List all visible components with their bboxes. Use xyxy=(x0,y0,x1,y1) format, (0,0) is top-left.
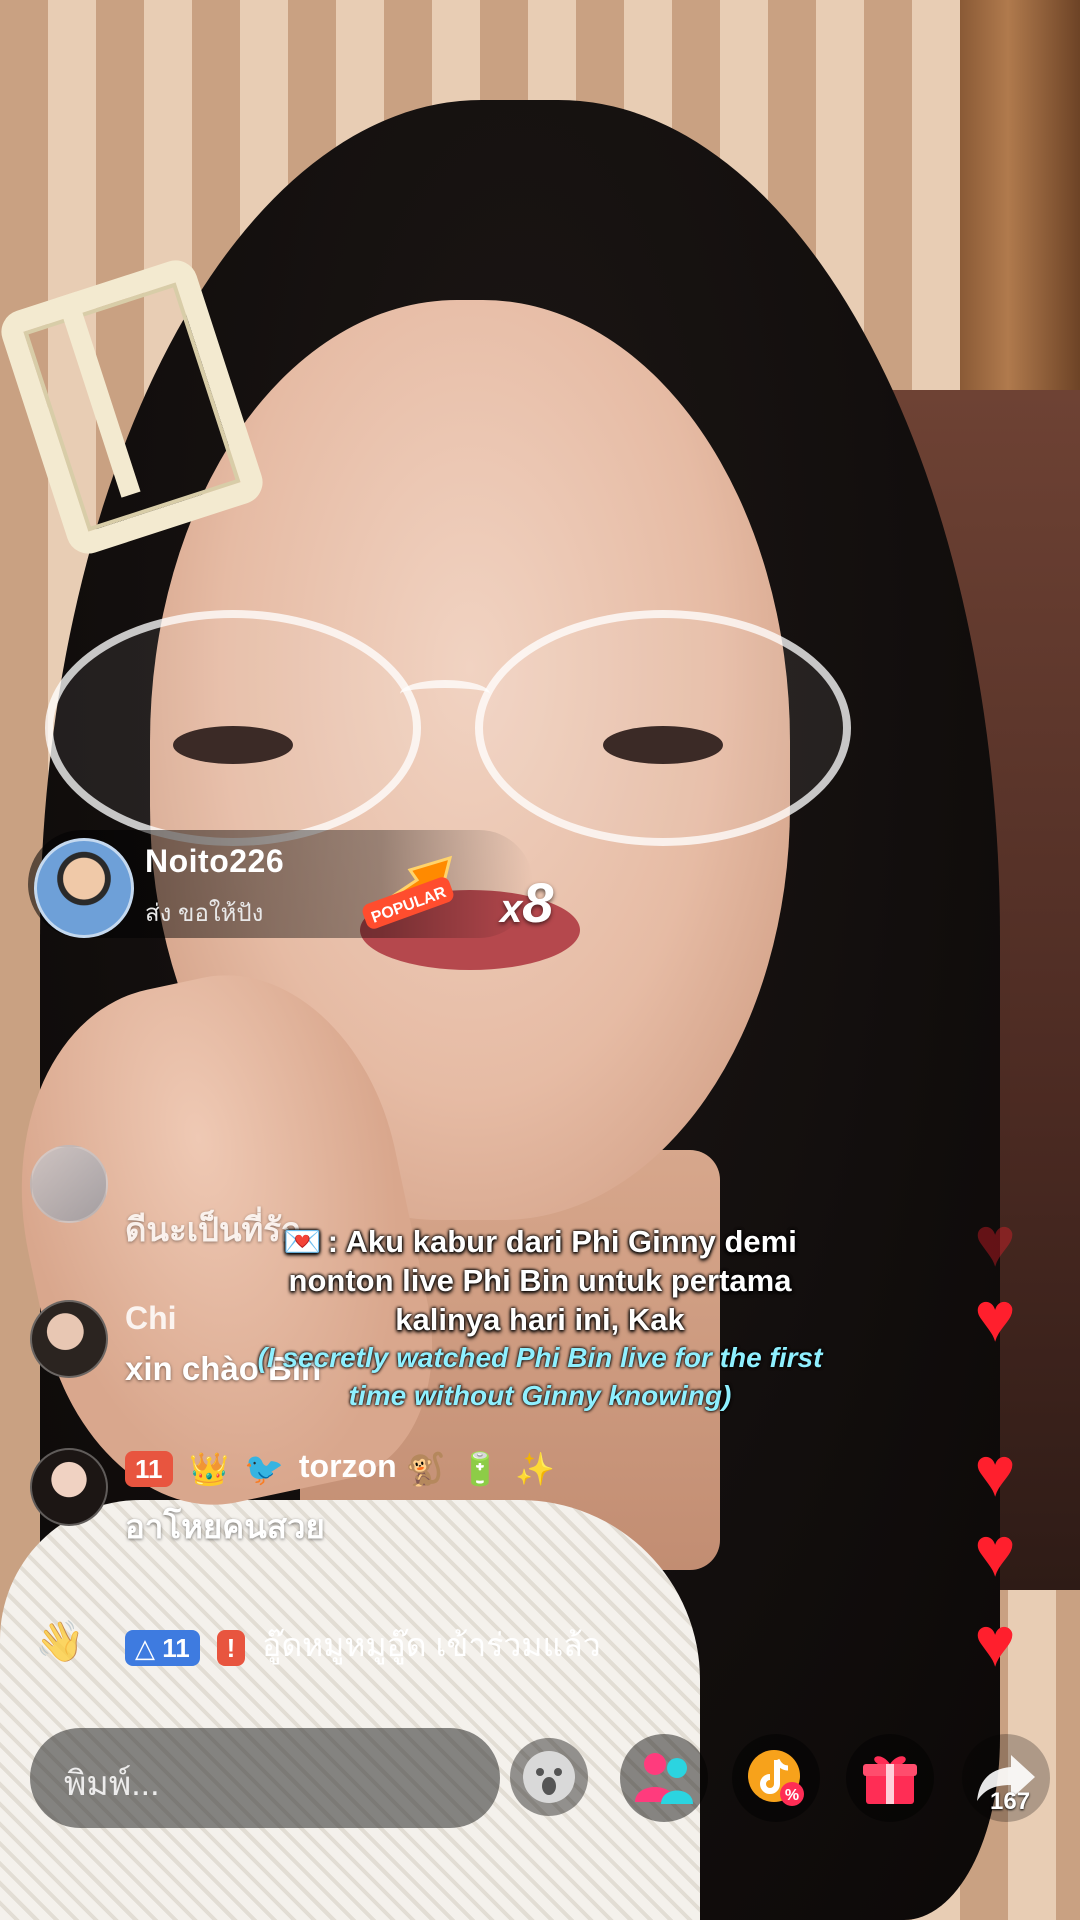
crown-icon: 👑 xyxy=(189,1450,230,1487)
join-text: เข้าร่วมแล้ว xyxy=(435,1627,601,1663)
commenter-avatar[interactable] xyxy=(30,1145,108,1223)
emoji-button[interactable] xyxy=(510,1738,588,1816)
heart-icon: ♥ xyxy=(974,1203,1016,1281)
multi-guest-icon xyxy=(635,1753,693,1804)
gift-button[interactable] xyxy=(846,1734,934,1822)
monkey-icon: 🐒 xyxy=(405,1450,446,1487)
heart-icon: ♥ xyxy=(974,1513,1016,1591)
comment-text: อาโหยคนสวย xyxy=(125,1508,325,1545)
heart-icon: ♥ xyxy=(974,1433,1016,1511)
gift-icon xyxy=(863,1756,917,1804)
streamer-glasses xyxy=(45,610,851,846)
joiner-name[interactable]: อู๊ดหมูหมูอู๊ด xyxy=(262,1627,426,1663)
join-row: △ 11 ! อู๊ดหมูหมูอู๊ด เข้าร่วมแล้ว xyxy=(125,1620,601,1671)
gift-sender-username[interactable]: Noito226 xyxy=(145,843,284,880)
popular-gift-icon: POPULAR xyxy=(362,840,462,932)
guests-button[interactable] xyxy=(620,1734,708,1822)
commenter-name[interactable]: Chi xyxy=(125,1300,177,1337)
subtitle-caption: 💌: Aku kabur dari Phi Ginny demi nonton … xyxy=(250,1222,830,1339)
comment-input[interactable]: พิมพ์... xyxy=(30,1728,500,1828)
wave-hand-icon: 👋 xyxy=(35,1620,85,1664)
commenter-avatar[interactable] xyxy=(30,1300,108,1378)
smiley-icon xyxy=(523,1751,575,1803)
caption-text: : Aku kabur dari Phi Ginny demi nonton l… xyxy=(288,1224,797,1337)
gift-action-text: ส่ง ขอให้ปัง xyxy=(145,900,264,927)
tiktok-coupon-icon: % xyxy=(748,1750,804,1806)
gift-combo-counter: x8 xyxy=(500,871,554,934)
level-badge: △ 11 xyxy=(125,1629,200,1666)
bottom-control-bar: พิมพ์... % 167 xyxy=(0,1728,1080,1838)
fan-level-badge: 11 xyxy=(125,1450,173,1487)
promo-button[interactable]: % xyxy=(732,1734,820,1822)
gift-sender-avatar[interactable] xyxy=(34,838,134,938)
like-hearts: ♥ ♥ ♥ ♥ ♥ xyxy=(960,1203,1050,1677)
comment-input-placeholder: พิมพ์... xyxy=(64,1765,160,1803)
envelope-icon: 💌 xyxy=(283,1224,322,1259)
heart-icon: ♥ xyxy=(974,1603,1016,1681)
fan-badge-icon: ! xyxy=(216,1629,246,1666)
commenter-name-row: 11 👑 🐦 torzon 🐒 🔋 ✨ xyxy=(125,1448,561,1488)
commenter-name[interactable]: torzon xyxy=(299,1448,397,1484)
svg-text:%: % xyxy=(785,1787,799,1804)
commenter-avatar[interactable] xyxy=(30,1448,108,1526)
wooden-wall xyxy=(960,0,1080,420)
sparkle-icon: ✨ xyxy=(514,1450,555,1487)
share-count: 167 xyxy=(990,1788,1031,1815)
battery-icon: 🔋 xyxy=(460,1450,501,1487)
subtitle-translation: (I secretly watched Phi Bin live for the… xyxy=(257,1342,823,1411)
heart-icon: ♥ xyxy=(974,1278,1016,1356)
bird-icon: 🐦 xyxy=(244,1450,284,1487)
